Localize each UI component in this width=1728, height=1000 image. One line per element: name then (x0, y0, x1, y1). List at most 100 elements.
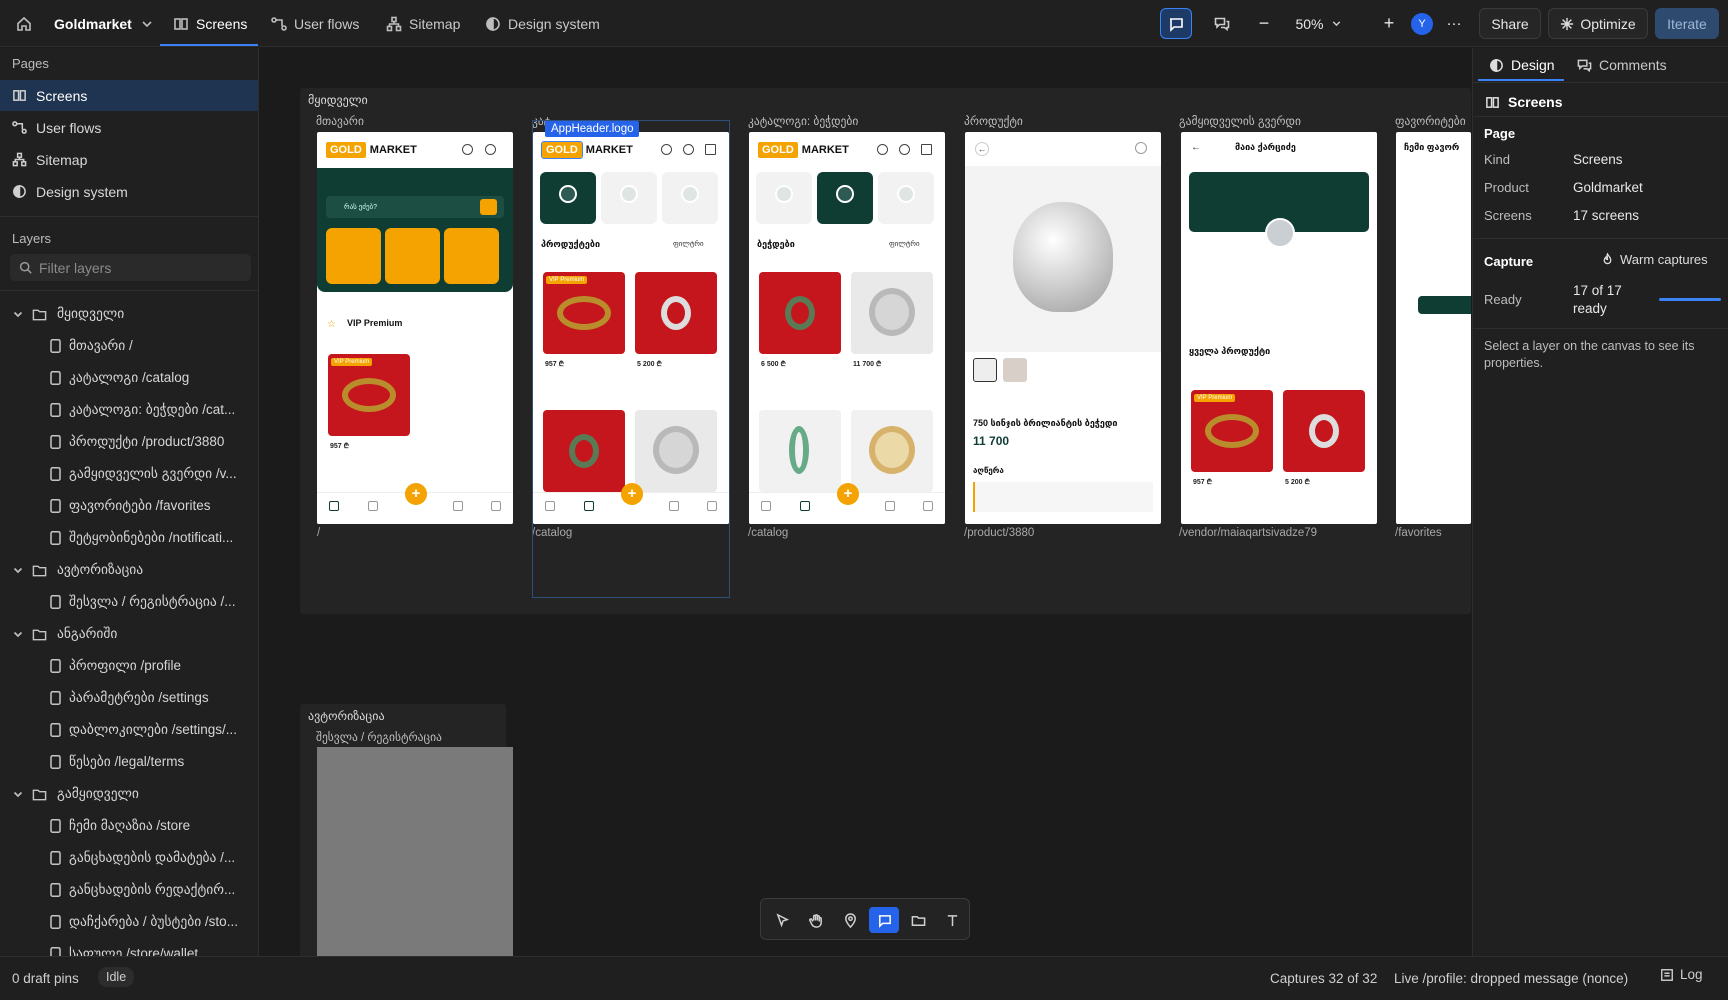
filter-layers-input[interactable]: Filter layers (10, 254, 251, 281)
thumbnail[interactable] (973, 358, 997, 382)
screen-auth-placeholder[interactable] (317, 747, 513, 956)
screen-home[interactable]: GOLD MARKET რას ეძებ? ☆ VIP Premium VIP … (317, 132, 513, 524)
chevron-down-icon[interactable] (12, 308, 24, 320)
layer-screen[interactable]: შეტყობინებები /notificati... (0, 522, 258, 554)
home-icon[interactable] (329, 501, 339, 511)
add-button[interactable]: + (405, 483, 427, 505)
screen-favorites[interactable]: ჩემი ფავორ (1396, 132, 1471, 524)
login-icon[interactable] (923, 501, 933, 511)
layer-screen[interactable]: დაბლოკილები /settings/... (0, 714, 258, 746)
product-tile[interactable] (1283, 390, 1365, 472)
category-tile[interactable] (444, 228, 499, 284)
screen-vendor[interactable]: ← მაია ქარციძე ყველა პროდუქტი VIP Premiu… (1181, 132, 1377, 524)
tab-design-system[interactable]: Design system (485, 0, 600, 47)
product-tile[interactable] (851, 410, 933, 492)
category-tile[interactable] (385, 228, 440, 284)
login-icon[interactable] (491, 501, 501, 511)
tab-design[interactable]: Design (1489, 48, 1555, 82)
log-button[interactable]: Log (1660, 967, 1703, 982)
category-chip[interactable] (878, 172, 934, 224)
layer-screen[interactable]: მთავარი / (0, 330, 258, 362)
tab-label: Sitemap (409, 15, 461, 32)
add-button[interactable]: + (837, 483, 859, 505)
zoom-in-button[interactable]: + (1375, 8, 1403, 39)
tab-user-flows[interactable]: User flows (271, 0, 359, 47)
back-icon[interactable]: ← (975, 142, 989, 156)
category-tile[interactable] (326, 228, 381, 284)
layer-screen[interactable]: დაჩქარება / ბუსტები /sto... (0, 906, 258, 938)
product-tile[interactable] (851, 272, 933, 354)
screen-catalog-rings[interactable]: GOLD MARKET ბეჭდები ფილტრი 6 500 ₾ 11 70… (749, 132, 945, 524)
home-search-field[interactable]: რას ეძებ? (326, 196, 504, 218)
layer-screen[interactable]: განცხადების დამატება /... (0, 842, 258, 874)
avatar[interactable]: Y (1411, 13, 1433, 35)
product-tile[interactable]: VIP Premium (1191, 390, 1273, 472)
comment-icon (1170, 17, 1183, 32)
search-button[interactable] (480, 199, 497, 215)
layer-screen[interactable]: ფავორიტები /favorites (0, 490, 258, 522)
home-icon[interactable] (761, 501, 771, 511)
canvas[interactable]: მყიდველი მთავარი კატალოგი კატალოგი: ბეჭდ… (260, 48, 1471, 956)
heart-icon[interactable] (1135, 142, 1147, 154)
layer-folder[interactable]: ავტორიზაცია (0, 554, 258, 586)
page-item-user-flows[interactable]: User flows (0, 112, 258, 143)
zoom-out-button[interactable]: − (1250, 8, 1278, 39)
layer-screen[interactable]: განცხადების რედაქტირ... (0, 874, 258, 906)
layer-screen[interactable]: პროფილი /profile (0, 650, 258, 682)
layer-screen[interactable]: ჩემი მაღაზია /store (0, 810, 258, 842)
optimize-button[interactable]: Optimize (1548, 8, 1648, 39)
home-button[interactable] (16, 0, 32, 47)
layer-screen[interactable]: პროდუქტი /product/3880 (0, 426, 258, 458)
pin-tool[interactable] (835, 907, 865, 933)
layer-screen[interactable]: კატალოგი: ბეჭდები /cat... (0, 394, 258, 426)
chevron-down-icon[interactable] (12, 628, 24, 640)
phone-icon (50, 435, 61, 449)
zoom-select[interactable]: 50% (1288, 8, 1350, 39)
hand-tool[interactable] (801, 907, 831, 933)
product-tile[interactable] (759, 272, 841, 354)
layer-screen[interactable]: პარამეტრები /settings (0, 682, 258, 714)
more-button[interactable]: ··· (1441, 8, 1467, 39)
cta-button[interactable] (1418, 296, 1471, 314)
chevron-down-icon[interactable] (12, 788, 24, 800)
chevron-down-icon[interactable] (12, 564, 24, 576)
comments-panel-button[interactable] (1206, 8, 1238, 39)
tab-screens[interactable]: Screens (173, 0, 247, 47)
frame-tool[interactable] (903, 907, 933, 933)
page-item-screens[interactable]: Screens (0, 80, 258, 111)
layer-folder[interactable]: მყიდველი (0, 298, 258, 330)
layer-screen[interactable]: შესვლა / რეგისტრაცია /... (0, 586, 258, 618)
layer-screen[interactable]: წესები /legal/terms (0, 746, 258, 778)
grid-icon[interactable] (800, 501, 810, 511)
back-icon[interactable]: ← (1191, 142, 1201, 153)
layer-screen[interactable]: გამყიდველის გვერდი /v... (0, 458, 258, 490)
tab-comments[interactable]: Comments (1577, 48, 1667, 82)
log-label: Log (1680, 967, 1703, 982)
category-chip[interactable] (756, 172, 812, 224)
share-button[interactable]: Share (1479, 8, 1541, 39)
layer-screen[interactable]: კატალოგი /catalog (0, 362, 258, 394)
heart-icon[interactable] (453, 501, 463, 511)
heart-icon[interactable] (885, 501, 895, 511)
product-tile[interactable]: VIP Premium (328, 354, 410, 436)
comment-mode-button[interactable] (1160, 8, 1192, 39)
tab-sitemap[interactable]: Sitemap (386, 0, 460, 47)
layer-folder[interactable]: ანგარიში (0, 618, 258, 650)
select-tool[interactable] (767, 907, 797, 933)
layer-folder[interactable]: გამყიდველი (0, 778, 258, 810)
project-switcher[interactable]: Goldmarket (54, 0, 155, 47)
page-item-design-system[interactable]: Design system (0, 176, 258, 207)
page-item-sitemap[interactable]: Sitemap (0, 144, 258, 175)
text-tool[interactable] (937, 907, 967, 933)
flow-icon (271, 16, 287, 31)
thumbnail[interactable] (1003, 358, 1027, 382)
screen-product[interactable]: ← 750 სინჯის ბრილიანტის ბეჭედი 11 700 აღ… (965, 132, 1161, 524)
filter-button[interactable]: ფილტრი (889, 240, 920, 248)
warm-captures-toggle[interactable]: Warm captures (1601, 252, 1708, 267)
grid-icon[interactable] (368, 501, 378, 511)
product-tile[interactable] (759, 410, 841, 492)
comment-tool[interactable] (869, 907, 899, 933)
iterate-button[interactable]: Iterate (1655, 8, 1719, 39)
category-chip[interactable] (817, 172, 873, 224)
layer-screen[interactable]: საფულე /store/wallet (0, 938, 258, 956)
